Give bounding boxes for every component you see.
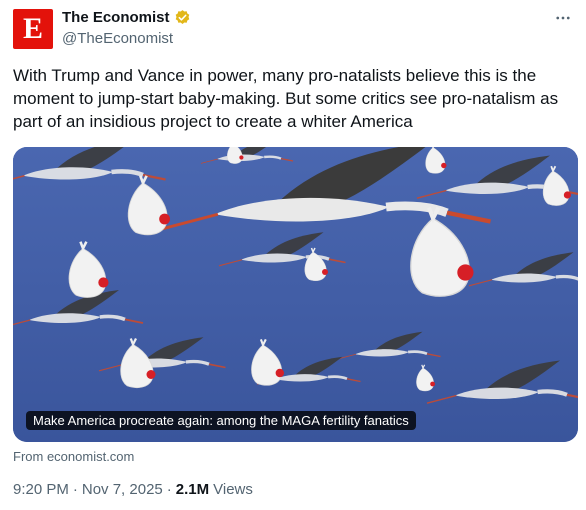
economist-logo-letter: E bbox=[22, 12, 43, 45]
views-label: Views bbox=[213, 481, 253, 498]
author-handle[interactable]: @TheEconomist bbox=[62, 30, 173, 47]
more-options-icon[interactable] bbox=[554, 9, 572, 30]
meta-separator: · bbox=[72, 481, 78, 498]
link-card-image[interactable]: Make America procreate again: among the … bbox=[13, 147, 578, 442]
post-date[interactable]: Nov 7, 2025 bbox=[82, 481, 163, 498]
link-source[interactable]: From economist.com bbox=[13, 449, 134, 464]
meta-separator: · bbox=[166, 481, 172, 498]
verified-badge-icon[interactable] bbox=[174, 9, 191, 26]
post-time[interactable]: 9:20 PM bbox=[13, 481, 69, 498]
link-card-caption[interactable]: Make America procreate again: among the … bbox=[26, 411, 416, 430]
display-name[interactable]: The Economist bbox=[62, 9, 170, 26]
views-count: 2.1M bbox=[175, 481, 210, 498]
tweet-text: With Trump and Vance in power, many pro-… bbox=[13, 66, 559, 131]
author-name-row: The Economist bbox=[62, 9, 191, 26]
tweet-meta: 9:20 PM · Nov 7, 2025 · 2.1M Views bbox=[13, 481, 253, 498]
storks-carrying-babies-illustration bbox=[13, 147, 578, 442]
avatar[interactable]: E bbox=[13, 9, 53, 49]
